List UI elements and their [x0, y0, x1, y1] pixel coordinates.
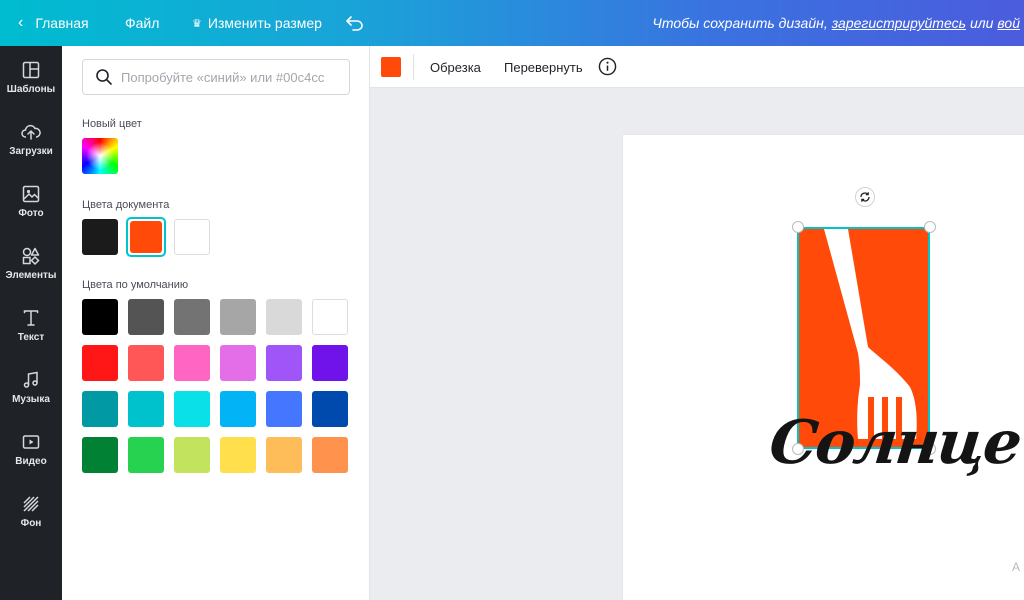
- color-panel: Новый цвет Цвета документа Цвета по умол…: [62, 46, 370, 600]
- rail-label: Фото: [18, 207, 44, 219]
- document-color-swatch[interactable]: [174, 219, 210, 255]
- chevron-left-icon: ‹: [18, 14, 24, 31]
- rail-label: Элементы: [5, 269, 57, 281]
- rail-item-photos[interactable]: Фото: [0, 170, 62, 232]
- rail-item-video[interactable]: Видео: [0, 418, 62, 480]
- default-color-swatch[interactable]: [312, 299, 348, 335]
- default-color-swatch[interactable]: [82, 345, 118, 381]
- login-link[interactable]: вой: [997, 15, 1020, 31]
- logo-text[interactable]: Солнце: [766, 408, 1023, 478]
- color-search: [82, 59, 350, 95]
- document-colors-label: Цвета документа: [82, 199, 170, 211]
- default-color-swatch[interactable]: [174, 345, 210, 381]
- default-color-swatch[interactable]: [312, 345, 348, 381]
- music-icon: [23, 371, 38, 388]
- default-color-swatch[interactable]: [266, 299, 302, 335]
- background-icon: [23, 495, 39, 512]
- resize-label: Изменить размер: [207, 15, 322, 31]
- info-icon[interactable]: [598, 57, 617, 76]
- new-color-label: Новый цвет: [82, 118, 142, 130]
- default-colors-label: Цвета по умолчанию: [82, 279, 189, 291]
- default-color-swatch[interactable]: [266, 345, 302, 381]
- save-prompt-text: Чтобы сохранить дизайн,: [652, 15, 828, 31]
- upload-icon: [21, 124, 41, 140]
- crown-icon: ♛: [192, 17, 202, 30]
- templates-icon: [22, 61, 40, 78]
- default-color-swatch[interactable]: [82, 299, 118, 335]
- search-icon: [96, 69, 112, 85]
- default-color-swatch[interactable]: [82, 391, 118, 427]
- rail-item-elements[interactable]: Элементы: [0, 232, 62, 294]
- rail-label: Музыка: [12, 393, 50, 405]
- default-color-swatch[interactable]: [220, 299, 256, 335]
- file-label: Файл: [125, 15, 160, 31]
- default-color-swatch[interactable]: [174, 299, 210, 335]
- new-color-button[interactable]: [82, 138, 118, 174]
- default-color-swatch[interactable]: [220, 437, 256, 473]
- context-toolbar: Обрезка Перевернуть: [370, 46, 1024, 88]
- default-color-swatch[interactable]: [82, 437, 118, 473]
- toolbar-divider: [413, 54, 414, 80]
- fill-color-button[interactable]: [381, 57, 401, 77]
- text-icon: [23, 309, 39, 326]
- default-color-swatch[interactable]: [312, 391, 348, 427]
- rail-label: Фон: [20, 517, 42, 529]
- side-rail: Шаблоны Загрузки Фото Элементы Текст Муз…: [0, 46, 62, 600]
- resize-handle-top-left[interactable]: [792, 221, 804, 233]
- rail-label: Текст: [17, 331, 45, 343]
- default-color-swatch[interactable]: [220, 391, 256, 427]
- default-color-swatch[interactable]: [174, 437, 210, 473]
- rail-item-templates[interactable]: Шаблоны: [0, 46, 62, 108]
- elements-icon: [22, 247, 40, 265]
- color-search-input[interactable]: [121, 69, 341, 85]
- undo-button[interactable]: [346, 0, 364, 46]
- rail-item-music[interactable]: Музыка: [0, 356, 62, 418]
- resize-handle-top-right[interactable]: [924, 221, 936, 233]
- home-label: Главная: [35, 15, 89, 31]
- page-corner-mark: А: [1012, 560, 1021, 574]
- save-prompt: Чтобы сохранить дизайн, зарегистрируйтес…: [652, 0, 1024, 46]
- default-color-swatch[interactable]: [266, 391, 302, 427]
- rail-label: Шаблоны: [6, 83, 56, 95]
- rotate-handle[interactable]: [855, 187, 875, 207]
- default-color-swatch[interactable]: [174, 391, 210, 427]
- default-color-swatch[interactable]: [128, 299, 164, 335]
- rail-item-text[interactable]: Текст: [0, 294, 62, 356]
- file-menu-button[interactable]: Файл: [125, 0, 159, 46]
- rail-label: Видео: [15, 455, 47, 467]
- save-prompt-or: или: [969, 15, 994, 31]
- photo-icon: [22, 185, 40, 202]
- default-color-swatch[interactable]: [128, 345, 164, 381]
- default-color-swatch[interactable]: [266, 437, 302, 473]
- crop-button[interactable]: Обрезка: [430, 46, 481, 88]
- resize-button[interactable]: ♛ Изменить размер: [192, 0, 322, 46]
- register-link[interactable]: зарегистрируйтесь: [832, 15, 966, 31]
- flip-button[interactable]: Перевернуть: [504, 46, 583, 88]
- rail-label: Загрузки: [9, 145, 53, 157]
- document-color-swatch[interactable]: [130, 221, 162, 253]
- default-color-swatch[interactable]: [312, 437, 348, 473]
- default-color-swatch[interactable]: [220, 345, 256, 381]
- rotate-icon: [860, 192, 870, 202]
- rail-item-background[interactable]: Фон: [0, 480, 62, 542]
- home-button[interactable]: ‹ Главная: [18, 0, 89, 46]
- document-color-swatch[interactable]: [82, 219, 118, 255]
- default-color-swatch[interactable]: [128, 391, 164, 427]
- rail-item-uploads[interactable]: Загрузки: [0, 108, 62, 170]
- undo-icon: [346, 16, 363, 31]
- video-icon: [22, 434, 40, 449]
- top-bar: ‹ Главная Файл ♛ Изменить размер Чтобы с…: [0, 0, 1024, 46]
- default-color-swatch[interactable]: [128, 437, 164, 473]
